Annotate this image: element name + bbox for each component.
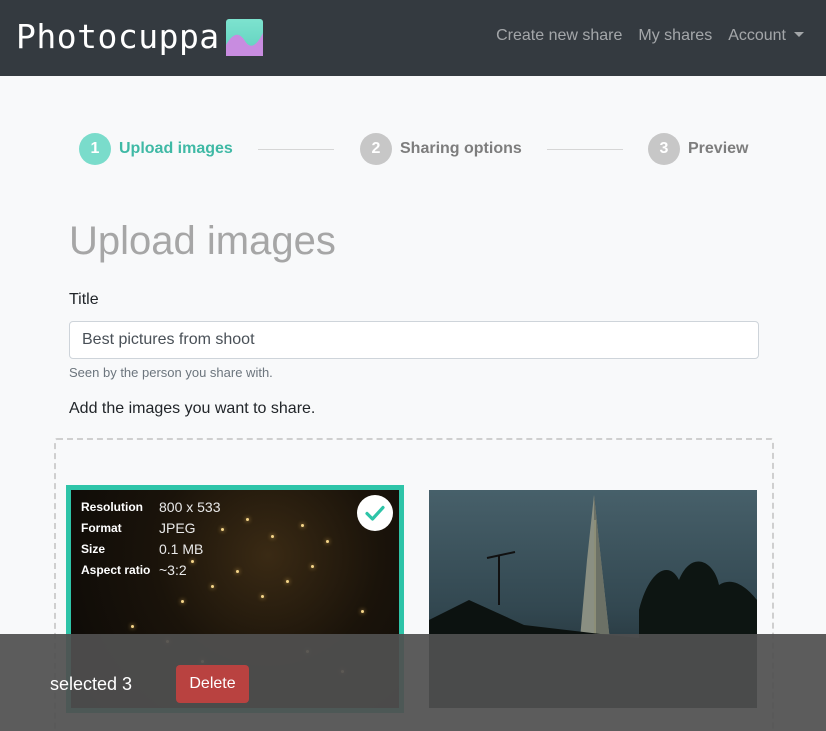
step-number: 1 — [79, 133, 111, 165]
meta-row: Resolution 800 x 533 — [81, 496, 221, 517]
step-connector — [547, 149, 623, 150]
title-help-text: Seen by the person you share with. — [69, 365, 273, 380]
step-label: Upload images — [119, 140, 233, 157]
meta-key: Aspect ratio — [81, 562, 151, 577]
nav-account-dropdown[interactable]: Account — [728, 26, 804, 46]
photocuppa-logo-icon — [225, 18, 263, 56]
step-preview[interactable]: 3 Preview — [648, 133, 748, 165]
meta-value: JPEG — [159, 519, 196, 536]
step-connector — [258, 149, 334, 150]
brand-link[interactable]: Photocuppa — [16, 17, 263, 57]
navbar: Photocuppa Create new share My shares Ac… — [0, 0, 826, 76]
image-metadata: Resolution 800 x 533 Format JPEG Size 0.… — [81, 496, 221, 580]
nav-my-shares[interactable]: My shares — [638, 26, 712, 46]
chevron-down-icon — [794, 32, 804, 38]
meta-row: Aspect ratio ~3:2 — [81, 559, 221, 580]
step-sharing-options[interactable]: 2 Sharing options — [360, 133, 522, 165]
checkmark-icon — [365, 505, 385, 521]
nav-account-label: Account — [728, 27, 786, 44]
step-number: 3 — [648, 133, 680, 165]
meta-value: 800 x 533 — [159, 498, 221, 515]
meta-row: Size 0.1 MB — [81, 538, 221, 559]
delete-button[interactable]: Delete — [176, 665, 249, 703]
step-label: Preview — [688, 140, 749, 157]
selection-bar: selected 3 — [0, 634, 826, 731]
title-label: Title — [69, 291, 99, 308]
meta-key: Resolution — [81, 499, 143, 514]
step-upload-images[interactable]: 1 Upload images — [79, 133, 233, 165]
meta-value: ~3:2 — [159, 561, 187, 578]
nav-create-share[interactable]: Create new share — [496, 26, 622, 46]
stepper: 1 Upload images 2 Sharing options 3 Prev… — [0, 133, 826, 165]
selected-check-icon[interactable] — [357, 495, 393, 531]
selected-count: selected 3 — [50, 674, 133, 694]
brand-name: Photocuppa — [16, 17, 220, 56]
add-images-text: Add the images you want to share. — [69, 400, 316, 417]
title-input[interactable] — [69, 321, 759, 359]
step-number: 2 — [360, 133, 392, 165]
page-title: Upload images — [69, 219, 336, 263]
meta-key: Size — [81, 541, 106, 556]
nav-links: Create new share My shares Account — [480, 26, 804, 46]
meta-value: 0.1 MB — [159, 540, 204, 557]
meta-row: Format JPEG — [81, 517, 221, 538]
meta-key: Format — [81, 520, 122, 535]
step-label: Sharing options — [400, 140, 522, 157]
